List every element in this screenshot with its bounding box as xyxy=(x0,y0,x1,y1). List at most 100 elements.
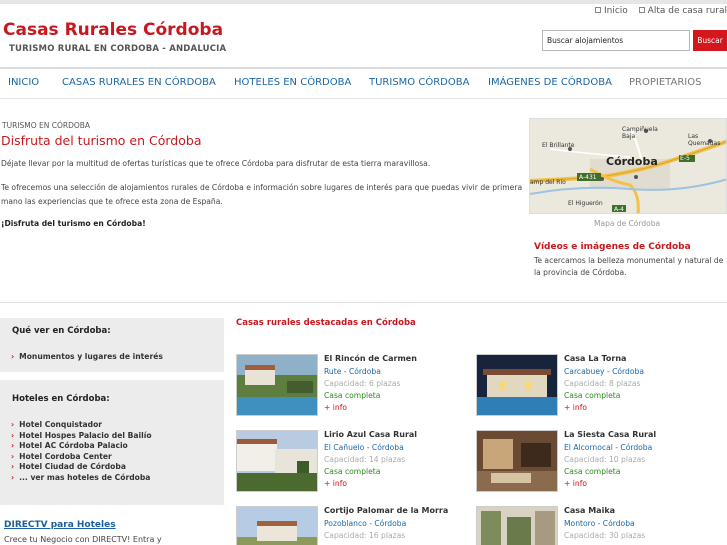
nav-item-casas-rurales[interactable]: CASAS RURALES EN CÓRDOBA xyxy=(62,77,216,88)
nav-item-hoteles[interactable]: HOTELES EN CÓRDOBA xyxy=(234,77,351,88)
listing-card[interactable]: La Siesta Casa Rural El Alcornocal - Córd… xyxy=(476,430,716,496)
listing-location[interactable]: Carcabuey - Córdoba xyxy=(564,367,644,376)
listing-name[interactable]: Casa Maika xyxy=(564,506,615,515)
nav-item-turismo[interactable]: TURISMO CÓRDOBA xyxy=(369,77,469,88)
page-title: Disfruta del turismo en Córdoba xyxy=(1,133,202,148)
listing-card[interactable]: Casa Maika Montoro - Córdoba Capacidad: 30… xyxy=(476,506,716,545)
chevron-right-icon: › xyxy=(11,472,15,482)
listing-photo[interactable] xyxy=(236,354,318,416)
map-caption: Mapa de Córdoba xyxy=(594,219,661,228)
listing-status: Casa completa xyxy=(324,467,381,476)
listing-name[interactable]: Casa La Torna xyxy=(564,354,626,363)
listing-photo[interactable] xyxy=(476,354,558,416)
listing-photo[interactable] xyxy=(476,430,558,492)
listing-card[interactable]: Cortijo Palomar de la Morra Pozoblanco - … xyxy=(236,506,476,545)
list-item[interactable]: › Hotel Hospes Palacio del Bailío xyxy=(11,431,152,442)
top-link-register[interactable]: Alta de casa rural xyxy=(638,6,727,16)
map-label: A-431 xyxy=(579,174,597,181)
listing-capacity: Capacidad: 14 plazas xyxy=(324,455,406,464)
videos-text: Te acercamos la belleza monumental y nat… xyxy=(534,256,724,277)
square-icon xyxy=(638,7,645,13)
chevron-right-icon: › xyxy=(11,352,15,361)
chevron-right-icon: › xyxy=(11,462,15,472)
map-label: A-4 xyxy=(614,206,624,213)
featured-title: Casas rurales destacadas en Córdoba xyxy=(236,318,416,328)
listing-photo[interactable] xyxy=(236,506,318,545)
map-label: Campiñuela Baja xyxy=(622,126,658,140)
listing-name[interactable]: La Siesta Casa Rural xyxy=(564,430,656,439)
hotels-title: Hoteles en Córdoba: xyxy=(12,394,110,404)
list-item-label[interactable]: Hotel Ciudad de Córdoba xyxy=(19,462,126,471)
offer-paragraph: Te ofrecemos una selección de alojamient… xyxy=(1,183,523,206)
listing-status: Casa completa xyxy=(564,467,621,476)
list-item-label[interactable]: Hotel AC Córdoba Palacio xyxy=(19,441,128,450)
listing-card[interactable]: Casa La Torna Carcabuey - Córdoba Capacida… xyxy=(476,354,716,420)
listing-more-link[interactable]: + info xyxy=(324,479,347,488)
ad-title-link[interactable]: DIRECTV para Hoteles xyxy=(4,520,116,530)
listing-card[interactable]: Lirio Azul Casa Rural El Cañuelo - Córdob… xyxy=(236,430,476,496)
listing-photo[interactable] xyxy=(236,430,318,492)
listing-status: Casa completa xyxy=(324,391,381,400)
what-to-see-box: Qué ver en Córdoba: › Monumentos y lugare… xyxy=(0,318,224,372)
site-slogan: TURISMO RURAL EN CORDOBA - ANDALUCIA xyxy=(9,44,227,54)
what-to-see-title: Qué ver en Córdoba: xyxy=(12,326,111,336)
videos-title[interactable]: Vídeos e imágenes de Córdoba xyxy=(534,242,691,252)
list-item[interactable]: › ... ver mas hoteles de Córdoba xyxy=(11,473,152,484)
listing-photo[interactable] xyxy=(476,506,558,545)
list-item[interactable]: › Hotel Cordoba Center xyxy=(11,452,152,463)
chevron-right-icon: › xyxy=(11,441,15,451)
ad-text: Crece tu Negocio con DIRECTV! Entra y xyxy=(4,535,162,544)
top-link-register-label[interactable]: Alta de casa rural xyxy=(648,6,727,16)
search-input[interactable]: Buscar alojamientos xyxy=(542,30,690,51)
listing-location[interactable]: Rute - Córdoba xyxy=(324,367,381,376)
top-link-home[interactable]: Inicio xyxy=(594,6,628,16)
map-label: amp del Río xyxy=(530,179,566,186)
section-divider xyxy=(0,302,727,303)
listing-status: Casa completa xyxy=(564,391,621,400)
list-item-label[interactable]: Hotel Cordoba Center xyxy=(19,452,112,461)
nav-item-imagenes[interactable]: IMÁGENES DE CÓRDOBA xyxy=(488,77,612,88)
what-to-see-list: › Monumentos y lugares de interés xyxy=(11,352,163,363)
top-link-home-label[interactable]: Inicio xyxy=(604,6,628,16)
listing-location[interactable]: El Alcornocal - Córdoba xyxy=(564,443,652,452)
top-strip xyxy=(0,0,727,4)
listing-more-link[interactable]: + info xyxy=(564,403,587,412)
listing-capacity: Capacidad: 16 plazas xyxy=(324,531,406,540)
map-label: El Brillante xyxy=(542,142,575,149)
listing-capacity: Capacidad: 30 plazas xyxy=(564,531,646,540)
list-item-label[interactable]: Hotel Hospes Palacio del Bailío xyxy=(19,431,151,440)
listing-location[interactable]: Pozoblanco - Córdoba xyxy=(324,519,406,528)
breadcrumb: TURISMO EN CÓRDOBA xyxy=(2,121,91,130)
enjoy-paragraph: ¡Disfruta del turismo en Córdoba! xyxy=(1,219,146,228)
listing-capacity: Capacidad: 8 plazas xyxy=(564,379,641,388)
listing-name[interactable]: Cortijo Palomar de la Morra xyxy=(324,506,448,515)
listing-name[interactable]: Lirio Azul Casa Rural xyxy=(324,430,417,439)
square-icon xyxy=(594,7,601,13)
search-button[interactable]: Buscar xyxy=(693,30,727,51)
chevron-right-icon: › xyxy=(11,451,15,461)
list-item[interactable]: › Hotel AC Córdoba Palacio xyxy=(11,441,152,452)
chevron-right-icon: › xyxy=(11,420,15,429)
top-links: Inicio Alta de casa rural xyxy=(587,6,727,16)
map-label: Córdoba xyxy=(606,155,658,168)
list-item-label[interactable]: Hotel Conquistador xyxy=(19,420,102,429)
listing-capacity: Capacidad: 6 plazas xyxy=(324,379,401,388)
listing-capacity: Capacidad: 10 plazas xyxy=(564,455,646,464)
listing-more-link[interactable]: + info xyxy=(564,479,587,488)
list-item-label[interactable]: Monumentos y lugares de interés xyxy=(19,352,163,361)
map-label: El Higuerón xyxy=(568,200,603,207)
listing-name[interactable]: El Rincón de Carmen xyxy=(324,354,417,363)
map-label: E-5 xyxy=(680,155,690,162)
listing-card[interactable]: El Rincón de Carmen Rute - Córdoba Capacid… xyxy=(236,354,476,420)
list-item-label[interactable]: ... ver mas hoteles de Córdoba xyxy=(19,473,150,482)
nav-item-propietarios[interactable]: PROPIETARIOS xyxy=(629,77,701,88)
list-item[interactable]: › Hotel Ciudad de Córdoba xyxy=(11,462,152,473)
list-item[interactable]: › Monumentos y lugares de interés xyxy=(11,352,163,363)
listing-location[interactable]: Montoro - Córdoba xyxy=(564,519,635,528)
list-item[interactable]: › Hotel Conquistador xyxy=(11,420,152,431)
listing-location[interactable]: El Cañuelo - Córdoba xyxy=(324,443,404,452)
listing-more-link[interactable]: + info xyxy=(324,403,347,412)
site-logo[interactable]: Casas Rurales Córdoba xyxy=(3,20,223,40)
cordoba-map[interactable]: Campiñuela Baja Las Quemadas El Brillant… xyxy=(529,118,727,214)
nav-item-inicio[interactable]: INICIO xyxy=(8,77,39,88)
